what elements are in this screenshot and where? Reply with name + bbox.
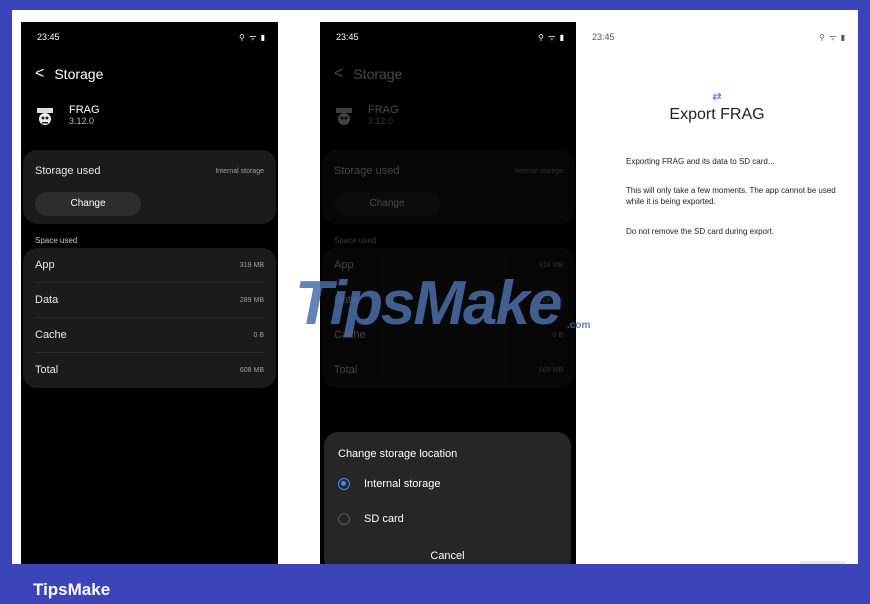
app-name: FRAG [69, 104, 100, 116]
option-label: SD card [364, 513, 404, 525]
row-label: Data [35, 294, 59, 306]
export-message-2: This will only take a few moments. The a… [626, 186, 836, 206]
status-icons: ⚲ ᯤ ▮ [818, 33, 846, 42]
change-storage-dialog: Change storage location Internal storage… [324, 432, 571, 564]
bottom-bar [800, 561, 846, 564]
watermark-suffix: .com [567, 320, 591, 331]
frag-logo-icon [37, 108, 53, 125]
app-version: 3.12.0 [368, 116, 394, 126]
row-label: Cache [35, 329, 67, 341]
list-item-total: Total 608 MB [322, 353, 575, 388]
row-value: 319 MB [239, 262, 264, 269]
storage-used-value: Internal storage [514, 168, 563, 175]
change-button[interactable]: Change [35, 192, 141, 216]
phone-storage-screen: 23:45 ⚲ ᯤ ▮ < Storage FRAG 3.12.0 Storag… [21, 22, 278, 564]
app-header: < Storage [334, 64, 402, 84]
status-bar: 23:45 ⚲ ᯤ ▮ [320, 32, 577, 46]
frag-logo-icon [336, 108, 352, 125]
page-title: Storage [54, 66, 104, 82]
status-time: 23:45 [592, 32, 615, 42]
app-version: 3.12.0 [69, 116, 95, 126]
space-used-heading: Space used [334, 236, 377, 245]
watermark-logo: TipsMake .com [295, 268, 605, 348]
status-icons: ⚲ ᯤ ▮ [537, 33, 565, 42]
status-icons: ⚲ ᯤ ▮ [238, 33, 266, 42]
storage-used-label: Storage used [35, 165, 101, 177]
storage-used-label: Storage used [334, 165, 400, 177]
list-item-cache: Cache 0 B [23, 318, 276, 353]
status-time: 23:45 [37, 32, 60, 42]
row-value: 608 MB [538, 367, 563, 374]
option-sd-card[interactable]: SD card [338, 513, 404, 525]
row-label: Total [334, 364, 358, 376]
status-time: 23:45 [336, 32, 359, 42]
app-info: FRAG 3.12.0 [35, 104, 100, 128]
radio-unselected-icon[interactable] [338, 513, 350, 525]
watermark-text: TipsMake [295, 269, 562, 338]
radio-selected-icon[interactable] [338, 478, 350, 490]
row-value: 0 B [253, 332, 264, 339]
screenshot-canvas: 23:45 ⚲ ᯤ ▮ < Storage FRAG 3.12.0 Storag… [12, 10, 858, 564]
option-internal-storage[interactable]: Internal storage [338, 478, 440, 490]
transfer-icon: ⇄ [712, 91, 722, 103]
cancel-button[interactable]: Cancel [324, 550, 571, 562]
space-used-heading: Space used [35, 236, 78, 245]
back-icon[interactable]: < [35, 65, 44, 83]
row-value: 608 MB [239, 367, 264, 374]
row-value: 289 MB [239, 297, 264, 304]
status-bar: 23:45 ⚲ ᯤ ▮ [576, 32, 858, 46]
list-item-total: Total 608 MB [23, 353, 276, 388]
phone-export-screen: 23:45 ⚲ ᯤ ▮ ⇄ Export FRAG Exporting FRAG… [576, 22, 858, 564]
option-label: Internal storage [364, 478, 441, 490]
app-info: FRAG 3.12.0 [334, 104, 399, 128]
list-item-data: Data 289 MB [23, 283, 276, 318]
space-used-card: App 319 MB Data 289 MB Cache 0 B Total 6… [23, 248, 276, 388]
app-header: < Storage [35, 64, 103, 84]
footer-brand: TipsMake [33, 580, 111, 599]
storage-used-card: Storage used Internal storage Change [322, 150, 575, 224]
export-message-1: Exporting FRAG and its data to SD card..… [626, 157, 775, 166]
storage-used-value: Internal storage [215, 168, 264, 175]
page-title: Storage [353, 66, 403, 82]
footer-bar: TipsMake [0, 566, 870, 604]
row-label: App [35, 259, 55, 271]
change-button: Change [334, 192, 440, 216]
dialog-title: Change storage location [338, 448, 458, 460]
export-message-3: Do not remove the SD card during export. [626, 227, 775, 236]
list-item-app: App 319 MB [23, 248, 276, 283]
back-icon: < [334, 65, 344, 82]
export-title: Export FRAG [669, 106, 765, 123]
storage-used-card: Storage used Internal storage Change [23, 150, 276, 224]
app-name: FRAG [368, 104, 399, 116]
status-bar: 23:45 ⚲ ᯤ ▮ [21, 32, 278, 46]
row-label: Total [35, 364, 59, 376]
